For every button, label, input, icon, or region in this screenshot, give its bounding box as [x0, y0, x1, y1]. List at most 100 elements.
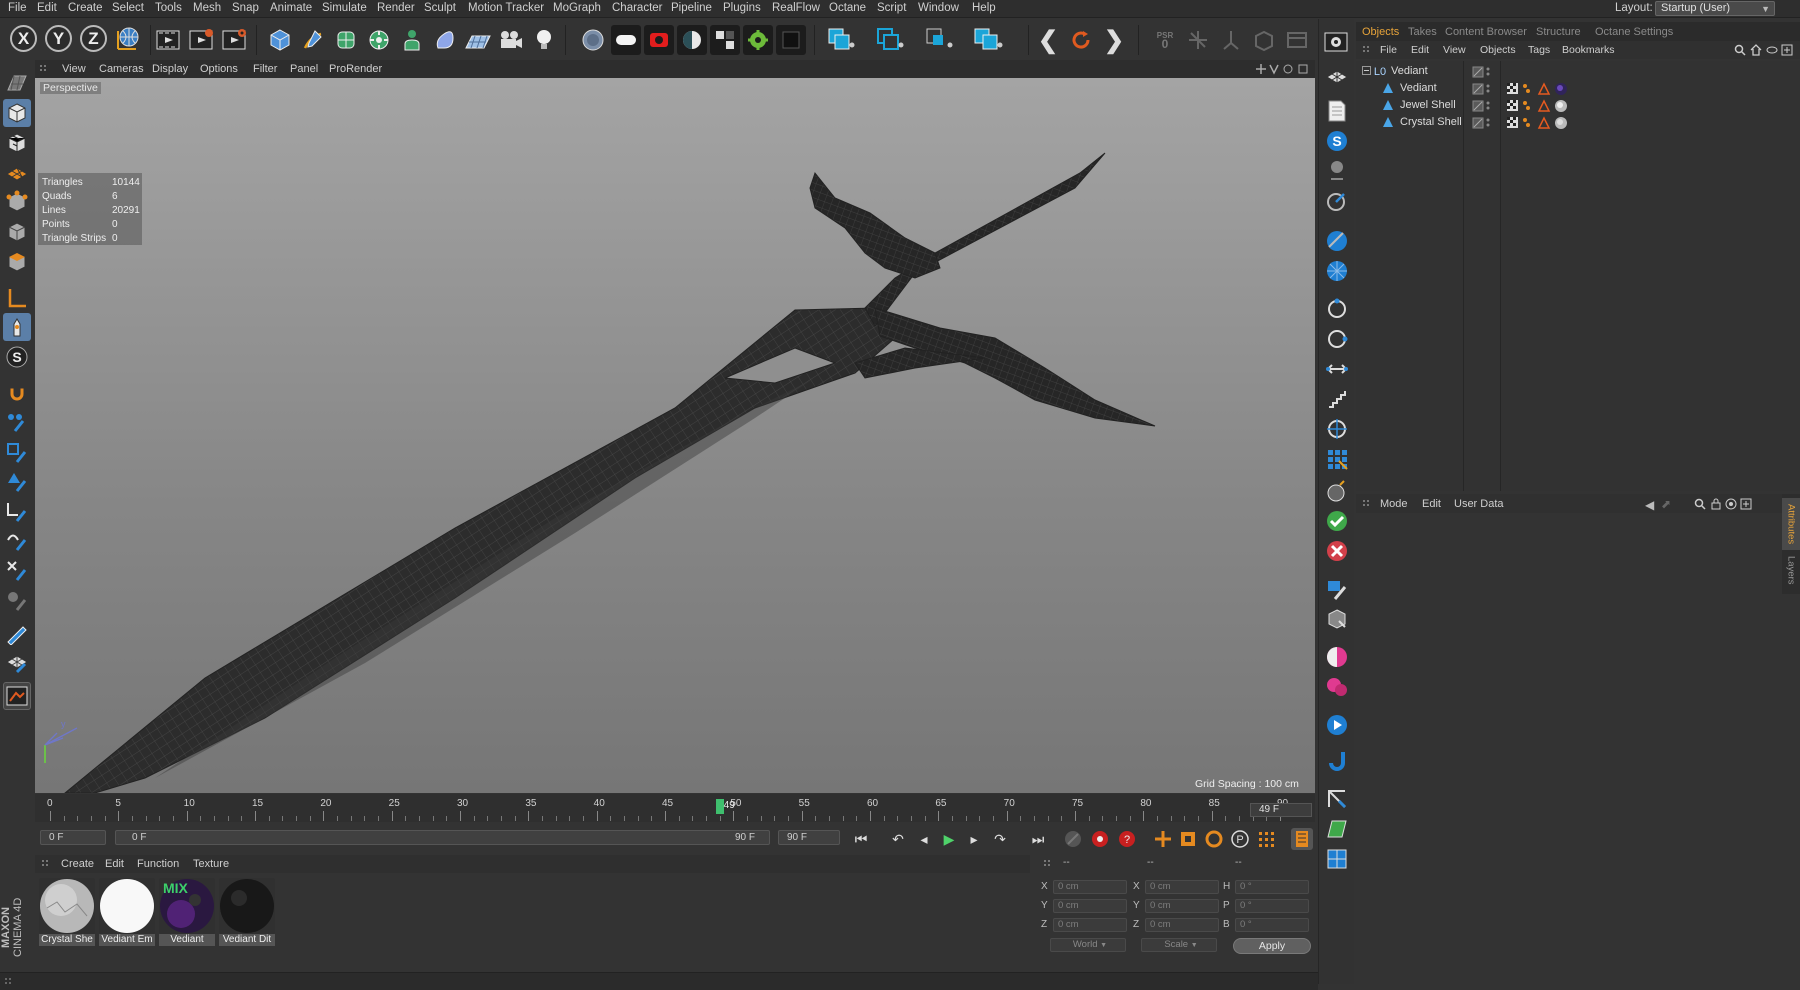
column-divider[interactable]	[1500, 61, 1501, 491]
om-menu-edit[interactable]: Edit	[1411, 44, 1429, 56]
axis-z-toggle[interactable]: Z	[80, 25, 107, 52]
material-menu-function[interactable]: Function	[137, 858, 179, 870]
viewport-menu-panel[interactable]: Panel	[290, 63, 318, 75]
tab-structure[interactable]: Structure	[1536, 26, 1581, 38]
material-sphere-icon[interactable]	[1324, 644, 1350, 670]
rotation-p-field[interactable]: 0 °	[1235, 899, 1309, 913]
layout-dropdown[interactable]: Startup (User) ▼	[1655, 1, 1775, 16]
play-icon[interactable]: ▶	[938, 828, 960, 850]
key-position-icon[interactable]	[1152, 828, 1174, 850]
go-to-start-icon[interactable]: ⏮	[850, 828, 872, 850]
paint-texture-icon[interactable]	[3, 648, 31, 676]
check-icon[interactable]	[1324, 508, 1350, 534]
instance-icon[interactable]	[826, 25, 856, 55]
menu-edit[interactable]: Edit	[37, 2, 57, 14]
om-search-icon[interactable]	[1734, 44, 1746, 59]
collapse-icon[interactable]	[1362, 66, 1371, 78]
object-tags[interactable]	[1506, 116, 1586, 133]
key-parameter-icon[interactable]: P	[1229, 828, 1251, 850]
menu-pipeline[interactable]: Pipeline	[671, 2, 712, 14]
rotation-h-field[interactable]: 0 °	[1235, 880, 1309, 894]
bomb-icon[interactable]	[1324, 478, 1350, 504]
material-item[interactable]: Vediant Em	[99, 878, 155, 948]
previous-keyframe-icon[interactable]: ↶	[887, 828, 909, 850]
menu-sculpt[interactable]: Sculpt	[424, 2, 456, 14]
menu-create[interactable]: Create	[68, 2, 103, 14]
points-mode-icon[interactable]	[3, 188, 31, 216]
snap-icon[interactable]: S	[3, 343, 31, 371]
symmetry-icon[interactable]	[973, 25, 1003, 55]
om-menu-file[interactable]: File	[1380, 44, 1397, 56]
knife-icon[interactable]	[3, 619, 31, 647]
camera-icon[interactable]	[496, 25, 526, 55]
object-row-vediant[interactable]: Vediant	[1356, 80, 1800, 97]
key-rotation-icon[interactable]	[1203, 828, 1225, 850]
menu-render[interactable]: Render	[377, 2, 415, 14]
previous-frame-icon[interactable]: ◂	[913, 828, 935, 850]
frame-range-slider[interactable]: 0 F 90 F	[115, 830, 770, 845]
viewport-camera-label[interactable]: Perspective	[40, 82, 101, 94]
tab-content-browser[interactable]: Content Browser	[1445, 26, 1527, 38]
am-menu-mode[interactable]: Mode	[1380, 498, 1408, 510]
uv-grid-icon[interactable]	[1324, 846, 1350, 872]
up-arrow-icon[interactable]: ⬈	[1661, 497, 1671, 511]
tab-attributes[interactable]: Attributes	[1782, 498, 1800, 550]
record-active-icon[interactable]	[1089, 828, 1111, 850]
menu-file[interactable]: File	[8, 2, 27, 14]
spline-deformer-icon[interactable]	[1324, 326, 1350, 352]
octane-texture-icon[interactable]	[710, 25, 740, 55]
sphere-blue-icon[interactable]	[1324, 228, 1350, 254]
keyframe-rotation-icon[interactable]	[1249, 25, 1279, 55]
octane-material-icon[interactable]	[677, 25, 707, 55]
next-keyframe-icon[interactable]: ↷	[989, 828, 1011, 850]
visibility-icon[interactable]	[1472, 66, 1492, 81]
light-icon[interactable]	[529, 25, 559, 55]
menu-motion-tracker[interactable]: Motion Tracker	[468, 2, 544, 14]
keyframe-position-icon[interactable]	[1183, 25, 1213, 55]
cube-select-icon[interactable]	[1324, 606, 1350, 632]
cancel-icon[interactable]	[1324, 538, 1350, 564]
am-menu-user-data[interactable]: User Data	[1454, 498, 1504, 510]
back-arrow-icon[interactable]: ◀	[1645, 498, 1654, 512]
brush-delete-icon[interactable]	[3, 557, 31, 585]
key-pla-icon[interactable]	[1255, 828, 1277, 850]
next-frame-icon[interactable]: ▸	[963, 828, 985, 850]
material-menu-create[interactable]: Create	[61, 858, 94, 870]
brush-points-icon[interactable]	[3, 409, 31, 437]
loop-icon[interactable]	[1066, 25, 1096, 55]
octane-settings-icon[interactable]	[743, 25, 773, 55]
render-view-icon[interactable]	[154, 25, 184, 55]
lock-icon[interactable]	[1710, 498, 1722, 513]
menu-help[interactable]: Help	[972, 2, 996, 14]
shader-pink-icon[interactable]	[1324, 674, 1350, 700]
visibility-icon[interactable]	[1472, 117, 1492, 132]
position-x-field[interactable]: 0 cm	[1053, 880, 1127, 894]
tab-objects[interactable]: Objects	[1362, 26, 1399, 38]
visibility-icon[interactable]	[1472, 100, 1492, 115]
end-frame-field[interactable]: 90 F	[778, 830, 840, 845]
subdivision-surface-icon[interactable]	[331, 25, 361, 55]
axis-mode-icon[interactable]	[3, 284, 31, 312]
menu-select[interactable]: Select	[112, 2, 144, 14]
timeline-playhead[interactable]	[715, 799, 724, 814]
axis-x-toggle[interactable]: X	[10, 25, 37, 52]
coordinate-system-icon[interactable]	[113, 23, 143, 53]
om-menu-bookmarks[interactable]: Bookmarks	[1562, 44, 1615, 56]
tab-octane-settings[interactable]: Octane Settings	[1595, 26, 1673, 38]
polygons-mode-icon[interactable]	[3, 248, 31, 276]
perspective-viewport[interactable]: y	[35, 78, 1315, 793]
bend-deformer-icon[interactable]	[1324, 296, 1350, 322]
visibility-icon[interactable]	[1472, 83, 1492, 98]
tab-takes[interactable]: Takes	[1408, 26, 1437, 38]
viewport-menu-display[interactable]: Display	[152, 63, 188, 75]
keyframe-scale-icon[interactable]	[1216, 25, 1246, 55]
rotation-b-field[interactable]: 0 °	[1235, 918, 1309, 932]
material-menu-texture[interactable]: Texture	[193, 858, 229, 870]
stairs-icon[interactable]	[1324, 386, 1350, 412]
edges-mode-icon[interactable]	[3, 218, 31, 246]
brush-polygons-icon[interactable]	[3, 468, 31, 496]
magnet-icon[interactable]	[3, 380, 31, 408]
object-row-jewel-shell[interactable]: Jewel Shell	[1356, 97, 1800, 114]
viewport-menu-options[interactable]: Options	[200, 63, 238, 75]
connect-objects-icon[interactable]	[875, 25, 905, 55]
